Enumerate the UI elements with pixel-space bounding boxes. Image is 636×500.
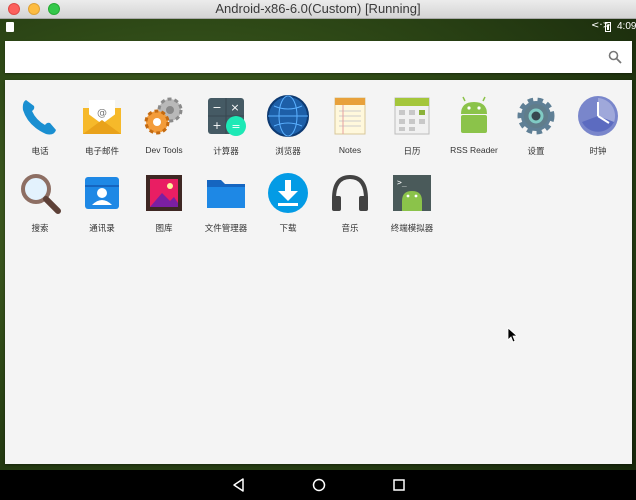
clock-icon <box>578 96 618 136</box>
rss-reader-icon <box>461 96 487 133</box>
app-label: 计算器 <box>213 146 239 156</box>
svg-text:@: @ <box>97 108 107 119</box>
calculator-icon: − × + = <box>208 98 246 136</box>
app-label: RSS Reader <box>450 145 498 155</box>
app-label: 日历 <box>403 146 421 156</box>
music-icon <box>332 174 368 211</box>
mouse-cursor-icon <box>507 327 519 343</box>
search-bar[interactable] <box>5 41 632 73</box>
window-title: Android-x86-6.0(Custom) [Running] <box>215 1 421 16</box>
app-email[interactable]: @ 电子邮件 <box>71 92 133 157</box>
battery-icon <box>605 22 611 32</box>
app-browser[interactable]: 浏览器 <box>257 92 319 157</box>
app-rss-reader[interactable]: RSS Reader <box>443 92 505 155</box>
app-label: 图库 <box>155 223 173 233</box>
terminal-icon: >_ <box>393 175 431 211</box>
app-label: 电子邮件 <box>84 146 119 156</box>
app-label: 搜索 <box>31 223 49 233</box>
calendar-icon <box>394 97 430 135</box>
status-bar: <·> 4:09 <box>0 19 636 36</box>
window-titlebar: Android-x86-6.0(Custom) [Running] <box>0 0 636 19</box>
app-search[interactable]: 搜索 <box>9 169 71 234</box>
app-clock[interactable]: 时钟 <box>567 92 629 157</box>
contacts-icon <box>85 177 119 209</box>
file-manager-icon <box>207 180 245 208</box>
navigation-bar <box>0 470 636 500</box>
sd-card-icon <box>6 22 14 32</box>
back-button[interactable] <box>231 477 247 493</box>
search-icon[interactable] <box>608 50 622 64</box>
dev-tools-icon <box>144 97 183 135</box>
app-terminal[interactable]: >_ 终端模拟器 <box>381 169 443 234</box>
app-label: 下载 <box>279 223 297 233</box>
settings-icon <box>517 97 555 135</box>
recents-button[interactable] <box>391 477 407 493</box>
app-label: 通讯录 <box>89 223 115 233</box>
home-button[interactable] <box>311 477 327 493</box>
app-label: 音乐 <box>341 223 359 233</box>
app-label: Dev Tools <box>145 145 183 155</box>
email-icon: @ <box>83 100 121 134</box>
status-time: 4:09 <box>617 21 636 32</box>
app-label: 文件管理器 <box>204 223 248 233</box>
svg-text:×: × <box>230 101 239 114</box>
app-contacts[interactable]: 通讯录 <box>71 169 133 234</box>
app-label: Notes <box>338 145 362 155</box>
app-dev-tools[interactable]: Dev Tools <box>133 92 195 155</box>
app-music[interactable]: 音乐 <box>319 169 381 234</box>
phone-icon <box>22 100 56 135</box>
app-label: 浏览器 <box>275 146 301 156</box>
search-magnifier-icon <box>21 174 61 214</box>
app-download[interactable]: 下载 <box>257 169 319 234</box>
app-notes[interactable]: Notes <box>319 92 381 155</box>
browser-icon <box>267 95 309 137</box>
app-gallery[interactable]: 图库 <box>133 169 195 234</box>
app-label: 终端模拟器 <box>390 223 434 233</box>
svg-text:−: − <box>212 101 221 114</box>
app-file-manager[interactable]: 文件管理器 <box>195 169 257 234</box>
svg-text:=: = <box>231 120 240 133</box>
download-icon <box>268 173 308 213</box>
app-settings[interactable]: 设置 <box>505 92 567 157</box>
app-phone[interactable]: 电话 <box>9 92 71 157</box>
app-calculator[interactable]: − × + = 计算器 <box>195 92 257 157</box>
app-drawer: 电话 @ 电子邮件 Dev Tools − × + = 计算器 浏览器 Note… <box>5 80 632 464</box>
gallery-icon <box>146 175 182 211</box>
svg-text:>_: >_ <box>397 178 407 187</box>
svg-text:+: + <box>212 119 221 132</box>
app-calendar[interactable]: 日历 <box>381 92 443 157</box>
app-label: 电话 <box>31 146 49 156</box>
app-label: 时钟 <box>589 146 607 156</box>
notes-icon <box>334 97 366 135</box>
app-label: 设置 <box>527 146 545 156</box>
